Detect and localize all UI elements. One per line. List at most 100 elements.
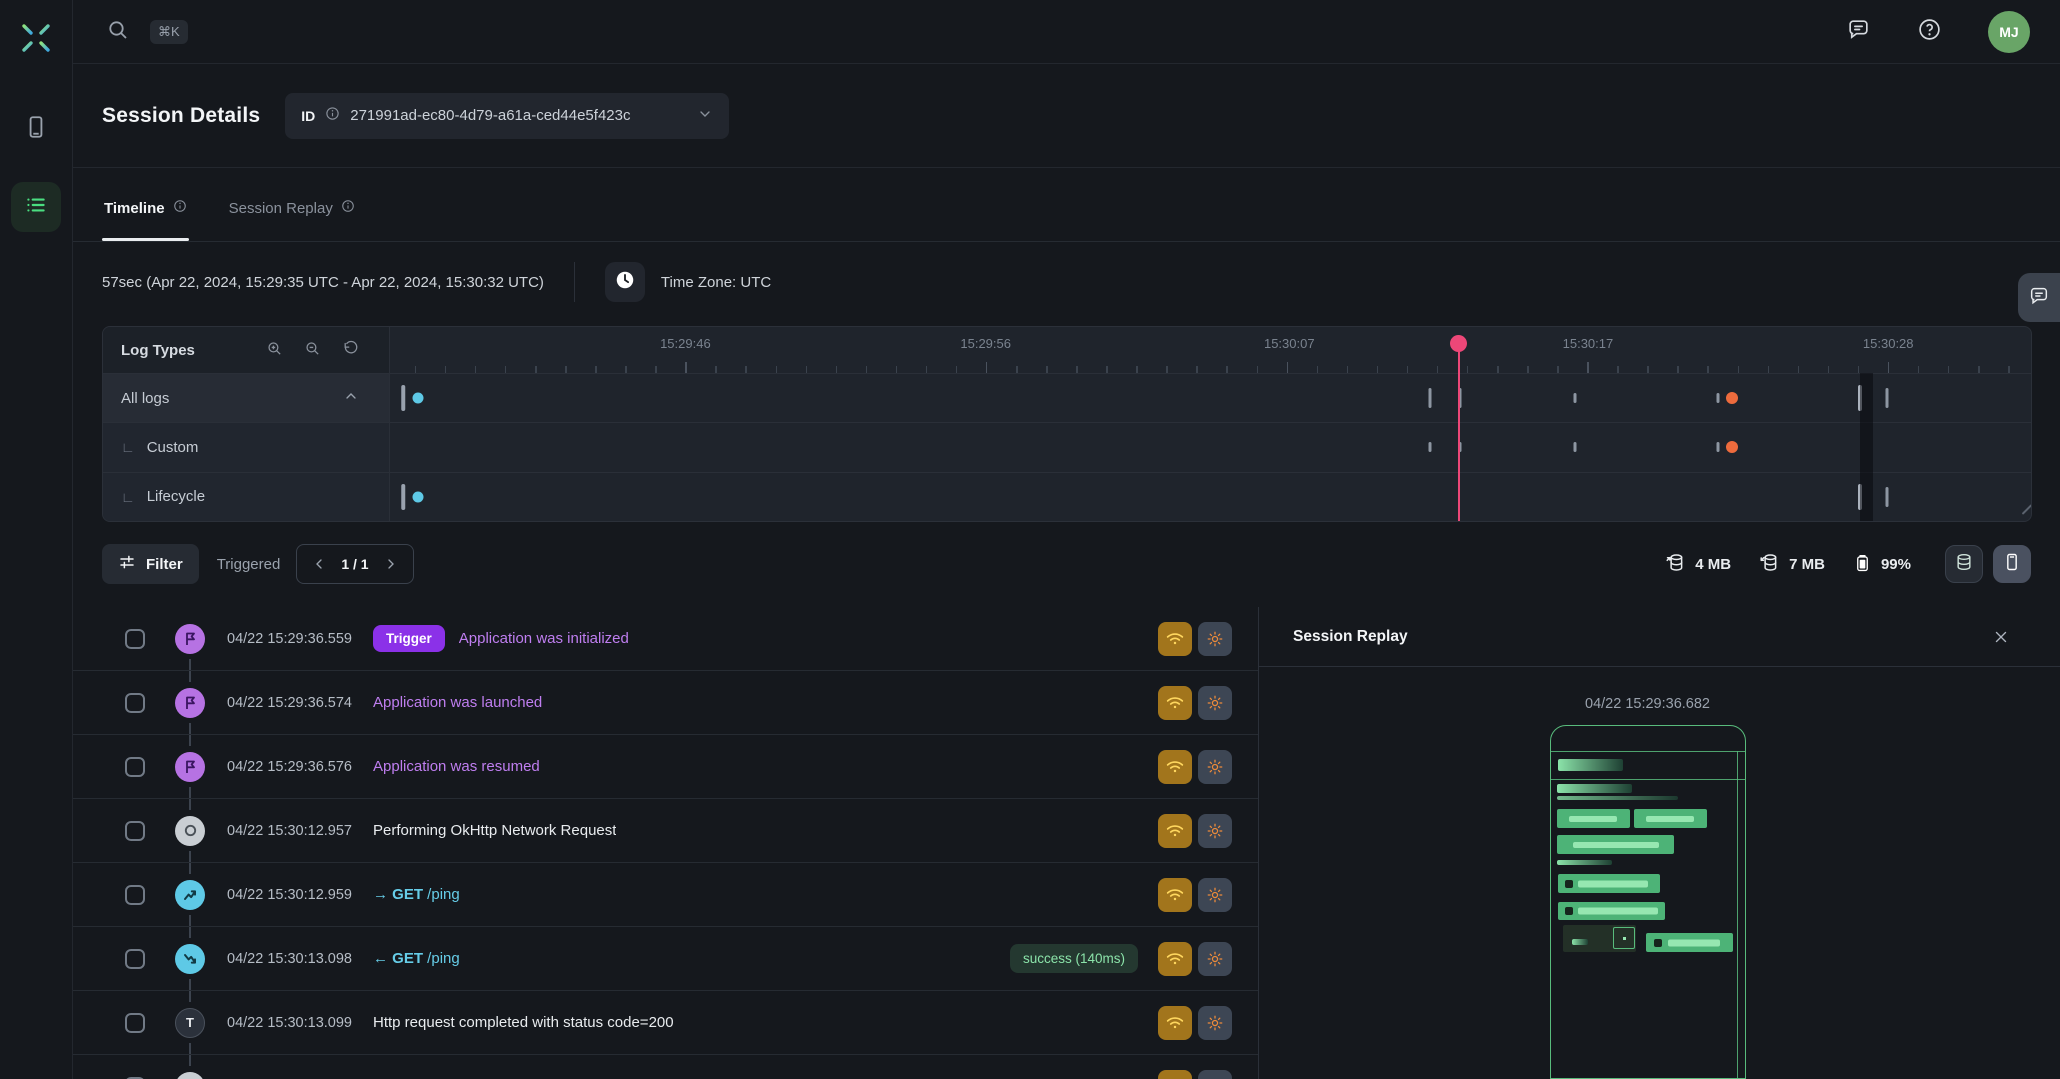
- row-checkbox[interactable]: [125, 629, 145, 649]
- thermal-state-chip[interactable]: [1198, 686, 1232, 720]
- log-timestamp: 04/22 15:30:13.099: [227, 1015, 359, 1031]
- log-message[interactable]: Application was resumed: [373, 758, 540, 775]
- log-message[interactable]: → GET /ping: [373, 886, 460, 903]
- tab-session-replay-label: Session Replay: [229, 200, 333, 217]
- next-page-button[interactable]: [383, 556, 399, 572]
- data-sent-metric: 4 MB: [1665, 552, 1731, 577]
- network-wifi-chip[interactable]: [1158, 1070, 1192, 1079]
- reset-zoom-icon[interactable]: [342, 340, 359, 361]
- axis-tick: [1467, 366, 1469, 373]
- thermal-state-chip[interactable]: [1198, 750, 1232, 784]
- event-marker-dot-blue: [412, 393, 423, 404]
- timeline-track-custom: [390, 423, 2031, 471]
- wireframe-button: [1646, 933, 1733, 952]
- wireframe-button: [1634, 809, 1707, 828]
- axis-tick: [776, 366, 778, 373]
- toggle-data-panel-button[interactable]: [1945, 545, 1983, 583]
- log-types-header: Log Types: [103, 327, 390, 373]
- tab-timeline[interactable]: Timeline: [102, 199, 189, 241]
- feedback-icon[interactable]: [1846, 17, 1871, 46]
- network-wifi-chip[interactable]: [1158, 686, 1192, 720]
- log-message[interactable]: Performing OkHttp Network Request: [373, 822, 616, 839]
- thermal-state-chip[interactable]: [1198, 1006, 1232, 1040]
- feedback-flyout-button[interactable]: [2018, 273, 2060, 322]
- axis-tick: [1076, 366, 1078, 373]
- thermal-state-chip[interactable]: [1198, 1070, 1232, 1079]
- axis-tick: [1527, 366, 1529, 373]
- network-wifi-chip[interactable]: [1158, 942, 1192, 976]
- pagination: 1 / 1: [296, 544, 413, 584]
- log-row[interactable]: 04/22 15:29:36.559 Trigger Application w…: [73, 607, 1258, 671]
- log-row[interactable]: 04/22 15:29:36.576 Application was resum…: [73, 735, 1258, 799]
- session-id-selector[interactable]: ID 271991ad-ec80-4d79-a61a-ced44e5f423c: [285, 93, 729, 139]
- network-wifi-chip[interactable]: [1158, 750, 1192, 784]
- battery-icon: [1853, 553, 1872, 576]
- axis-tick: [415, 366, 417, 373]
- wireframe-button: [1557, 809, 1630, 828]
- log-types-title: Log Types: [121, 342, 195, 359]
- brand-logo-icon[interactable]: [16, 18, 56, 58]
- search-icon[interactable]: [106, 18, 130, 46]
- battery-metric: 99%: [1853, 553, 1911, 576]
- playhead-line[interactable]: [1458, 351, 1460, 521]
- row-checkbox[interactable]: [125, 693, 145, 713]
- log-type-row-custom[interactable]: ∟ Custom: [103, 423, 390, 471]
- row-checkbox[interactable]: [125, 821, 145, 841]
- log-row[interactable]: 04/22 15:30:13.098 ← GET /ping success (…: [73, 927, 1258, 991]
- log-row[interactable]: 04/22 15:29:36.574 Application was launc…: [73, 671, 1258, 735]
- log-row[interactable]: 04/22 15:30:17.024 'log message' with le…: [73, 1055, 1258, 1079]
- playhead-handle[interactable]: [1450, 335, 1467, 352]
- log-row[interactable]: 04/22 15:30:12.957 Performing OkHttp Net…: [73, 799, 1258, 863]
- log-type-row-lifecycle[interactable]: ∟ Lifecycle: [103, 473, 390, 521]
- event-marker-bar: [401, 484, 405, 510]
- sidebar-item-sessions[interactable]: [11, 182, 61, 232]
- thermal-state-chip[interactable]: [1198, 942, 1232, 976]
- network-wifi-chip[interactable]: [1158, 814, 1192, 848]
- timeline-track-lifecycle: [390, 473, 2031, 521]
- log-row[interactable]: T 04/22 15:30:13.099 Http request comple…: [73, 991, 1258, 1055]
- tree-branch-icon: ∟: [121, 489, 135, 505]
- log-timestamp: 04/22 15:30:13.098: [227, 951, 359, 967]
- prev-page-button[interactable]: [311, 556, 327, 572]
- toggle-replay-panel-button[interactable]: [1993, 545, 2031, 583]
- axis-tick: [1196, 366, 1198, 373]
- timeline-panel: Log Types 15: [102, 326, 2032, 522]
- close-icon[interactable]: [1992, 628, 2010, 646]
- log-type-row-all-logs[interactable]: All logs: [103, 374, 390, 422]
- thermal-state-chip[interactable]: [1198, 622, 1232, 656]
- log-message[interactable]: Application was launched: [373, 694, 542, 711]
- info-icon[interactable]: [341, 199, 355, 217]
- network-wifi-chip[interactable]: [1158, 622, 1192, 656]
- user-avatar[interactable]: MJ: [1988, 11, 2030, 53]
- axis-tick: [1738, 366, 1740, 373]
- log-type-label: Lifecycle: [147, 488, 205, 505]
- page-indicator: 1 / 1: [341, 556, 368, 572]
- log-message[interactable]: Http request completed with status code=…: [373, 1014, 674, 1031]
- http-path: /ping: [423, 886, 460, 903]
- info-icon[interactable]: [173, 199, 187, 217]
- axis-tick: [475, 366, 477, 373]
- thermal-state-chip[interactable]: [1198, 878, 1232, 912]
- filter-button[interactable]: Filter: [102, 544, 199, 584]
- info-icon[interactable]: [325, 106, 340, 125]
- tab-session-replay[interactable]: Session Replay: [227, 199, 357, 241]
- thermal-state-chip[interactable]: [1198, 814, 1232, 848]
- row-checkbox[interactable]: [125, 949, 145, 969]
- help-icon[interactable]: [1917, 17, 1942, 46]
- log-message[interactable]: ← GET /ping: [373, 950, 460, 967]
- row-checkbox[interactable]: [125, 1013, 145, 1033]
- log-message[interactable]: Application was initialized: [459, 630, 629, 647]
- timezone-button[interactable]: [605, 262, 645, 302]
- row-checkbox[interactable]: [125, 757, 145, 777]
- network-wifi-chip[interactable]: [1158, 878, 1192, 912]
- network-wifi-chip[interactable]: [1158, 1006, 1192, 1040]
- axis-tick: [1647, 366, 1649, 373]
- sidebar-item-devices[interactable]: [11, 104, 61, 154]
- search-shortcut-badge[interactable]: ⌘K: [150, 20, 188, 44]
- axis-tick: [1978, 366, 1980, 373]
- log-row[interactable]: 04/22 15:30:12.959 → GET /ping: [73, 863, 1258, 927]
- axis-tick: [655, 366, 657, 373]
- zoom-in-icon[interactable]: [266, 340, 283, 361]
- row-checkbox[interactable]: [125, 885, 145, 905]
- zoom-out-icon[interactable]: [304, 340, 321, 361]
